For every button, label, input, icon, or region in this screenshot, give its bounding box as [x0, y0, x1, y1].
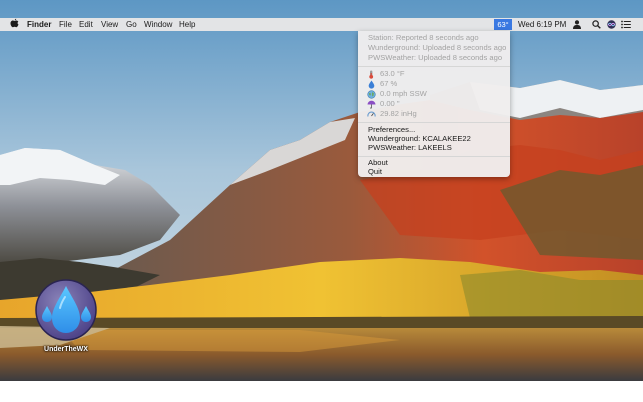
- temperature-reading: 63.0 °F: [380, 69, 405, 78]
- app-icon-label[interactable]: UnderTheWX: [36, 346, 96, 353]
- menubar-clock[interactable]: Wed 6:19 PM: [518, 19, 566, 30]
- underthewx-app-icon[interactable]: [34, 278, 98, 342]
- menu-go[interactable]: Go: [126, 19, 137, 30]
- menu-help[interactable]: Help: [179, 19, 195, 30]
- menu-edit[interactable]: Edit: [79, 19, 93, 30]
- pwsweather-upload-status: PWSWeather: Uploaded 8 seconds ago: [368, 53, 503, 62]
- weather-status-menu: Station: Reported 8 seconds ago Wundergr…: [358, 31, 510, 177]
- menu-window[interactable]: Window: [144, 19, 172, 30]
- humidity-drop-icon: [367, 80, 376, 89]
- umbrella-icon: [367, 100, 376, 109]
- menu-finder[interactable]: Finder: [27, 19, 51, 30]
- pwsweather-station-menu-item[interactable]: PWSWeather: LAKEELS: [368, 143, 452, 153]
- station-status: Station: Reported 8 seconds ago: [368, 33, 479, 42]
- apple-logo-icon[interactable]: [10, 18, 19, 32]
- menu-view[interactable]: View: [101, 19, 118, 30]
- humidity-reading: 67 %: [380, 79, 398, 88]
- menu-file[interactable]: File: [59, 19, 72, 30]
- wind-globe-icon: [367, 90, 376, 99]
- notification-center-icon[interactable]: [621, 20, 631, 29]
- pressure-reading: 29.82 inHg: [380, 109, 417, 118]
- menu-bar: Finder File Edit View Go Window Help 63°…: [0, 18, 643, 31]
- menu-separator: [358, 122, 510, 123]
- status-temperature-button[interactable]: 63°: [494, 19, 512, 30]
- thermometer-icon: [367, 70, 376, 79]
- wind-reading: 0.0 mph SSW: [380, 89, 427, 98]
- rain-reading: 0.00 ": [380, 99, 400, 108]
- quit-menu-item[interactable]: Quit: [368, 167, 382, 177]
- search-icon[interactable]: [592, 20, 601, 29]
- menu-separator: [358, 66, 510, 67]
- siri-icon[interactable]: [607, 20, 616, 29]
- user-icon[interactable]: [573, 20, 581, 29]
- pressure-gauge-icon: [367, 110, 376, 119]
- menu-separator: [358, 156, 510, 157]
- wunderground-upload-status: Wunderground: Uploaded 8 seconds ago: [368, 43, 507, 52]
